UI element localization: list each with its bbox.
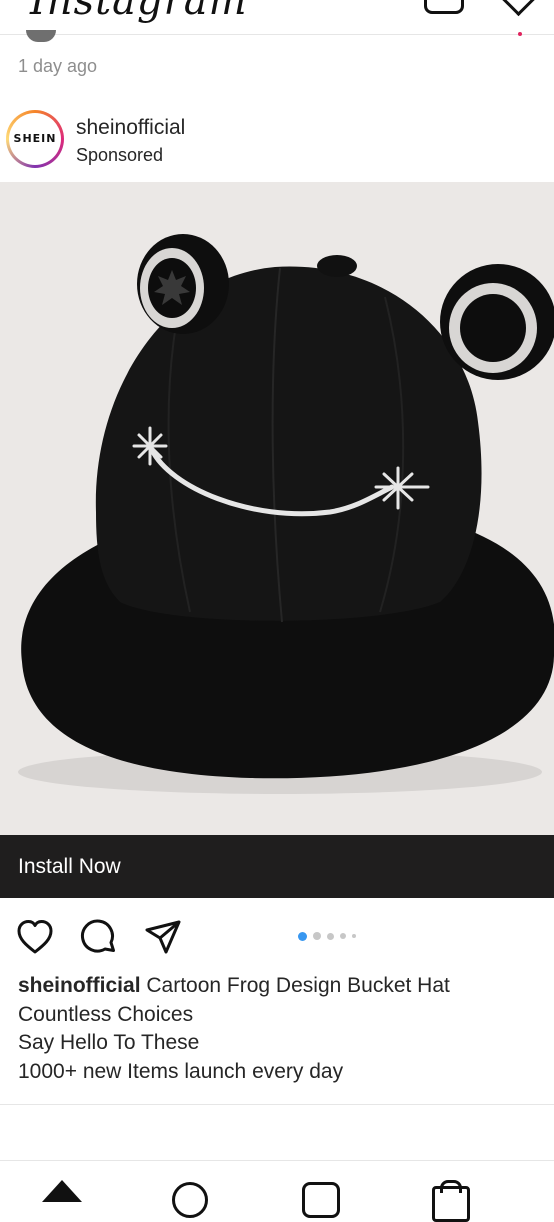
carousel-dot — [352, 934, 356, 938]
previous-post-avatar[interactable] — [26, 30, 56, 42]
home-icon[interactable] — [42, 1180, 82, 1202]
search-icon[interactable] — [172, 1182, 208, 1218]
top-header: Instagram — [0, 0, 554, 35]
reels-icon[interactable] — [302, 1182, 340, 1218]
post-image[interactable] — [0, 182, 554, 835]
sponsored-label: Sponsored — [76, 145, 164, 165]
carousel-dot — [327, 932, 334, 940]
post-username[interactable]: sheinofficial — [76, 116, 185, 140]
divider — [0, 1104, 554, 1105]
caption-text-4: 1000+ new Items launch every day — [18, 1059, 344, 1083]
notifications-icon[interactable] — [500, 0, 537, 17]
post-timestamp: 1 day ago — [18, 56, 98, 76]
caption-text-2: Countless Choices — [18, 1002, 194, 1026]
instagram-logo[interactable]: Instagram — [30, 0, 248, 24]
carousel-indicator — [298, 931, 356, 941]
carousel-dot — [340, 933, 346, 939]
install-now-button[interactable]: Install Now — [18, 855, 121, 879]
create-post-icon[interactable] — [424, 0, 464, 14]
carousel-dot — [298, 931, 307, 941]
caption-username[interactable]: sheinofficial — [18, 974, 141, 997]
shop-icon[interactable] — [432, 1186, 470, 1222]
caption-text-1: Cartoon Frog Design Bucket Hat — [146, 974, 450, 997]
bottom-nav-divider — [0, 1160, 554, 1161]
avatar-logo-text: SHEIN — [13, 132, 57, 145]
caption-line-1: sheinofficial Cartoon Frog Design Bucket… — [18, 972, 538, 1001]
post-caption: sheinofficial Cartoon Frog Design Bucket… — [18, 972, 538, 1086]
caption-text-3: Say Hello To These — [18, 1031, 200, 1054]
heart-icon[interactable] — [16, 918, 54, 956]
comment-icon[interactable] — [80, 918, 118, 956]
carousel-dot — [313, 932, 321, 940]
send-icon[interactable] — [144, 918, 182, 956]
previous-post-marker — [518, 32, 522, 36]
